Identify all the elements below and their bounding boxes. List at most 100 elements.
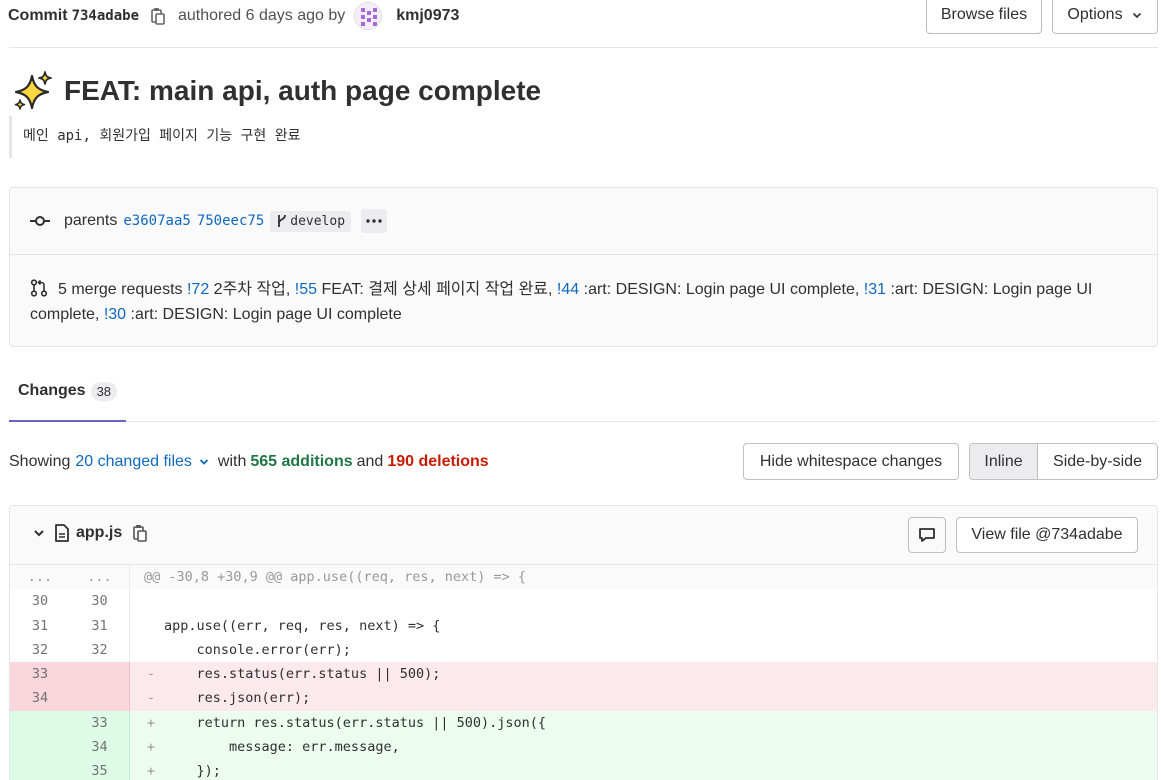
new-line-number[interactable] (70, 686, 130, 711)
line-code: + return res.status(err.status || 500).j… (146, 714, 547, 731)
copy-sha-icon[interactable] (150, 7, 166, 25)
hide-whitespace-button[interactable]: Hide whitespace changes (743, 443, 959, 480)
new-line-number[interactable]: ... (70, 565, 130, 590)
commit-sha: 734adabe (71, 8, 139, 24)
new-line-number[interactable]: 34 (70, 735, 130, 760)
view-toggle-group: Inline Side-by-side (969, 443, 1158, 480)
new-line-number[interactable]: 35 (70, 759, 130, 780)
diff-line-added: 34 + message: err.message, (10, 735, 1157, 760)
copy-path-icon[interactable] (132, 524, 148, 542)
mr-link-55[interactable]: !55 (295, 281, 317, 298)
comment-toggle-button[interactable] (908, 517, 946, 553)
mr-title-30: :art: DESIGN: Login page UI complete (130, 306, 402, 323)
new-line-number[interactable]: 31 (70, 613, 130, 638)
mr-link-72[interactable]: !72 (187, 281, 209, 298)
branch-icon (278, 214, 287, 227)
inline-view-button[interactable]: Inline (970, 444, 1038, 479)
mr-title-55: FEAT: 결제 상세 페이지 작업 완료, (321, 281, 553, 298)
showing-label: Showing (9, 453, 71, 470)
sparkles-icon (14, 71, 52, 110)
parents-row: parents e3607aa5 750eec75 develop (30, 208, 388, 234)
mr-title-72: 2주차 작업, (213, 281, 291, 298)
mr-link-31[interactable]: !31 (864, 281, 886, 298)
mr-link-30[interactable]: !30 (104, 306, 126, 323)
merge-request-icon (30, 279, 48, 297)
side-by-side-view-button[interactable]: Side-by-side (1038, 444, 1157, 479)
commit-description: 메인 api, 회원가입 페이지 기능 구현 완료 (9, 116, 301, 158)
additions-count: 565 additions (250, 453, 353, 470)
parent-sha-2[interactable]: 750eec75 (197, 213, 264, 229)
options-button[interactable]: Options (1052, 0, 1158, 34)
merge-requests-list: 5 merge requests !72 2주차 작업, !55 FEAT: 결… (30, 277, 1145, 327)
tab-changes[interactable]: Changes 38 (9, 368, 126, 422)
line-code: + }); (146, 763, 221, 780)
new-line-number[interactable]: 33 (70, 710, 130, 736)
old-line-number[interactable] (10, 759, 70, 780)
authored-text: authored 6 days ago by (178, 7, 346, 24)
commit-title: FEAT: main api, auth page complete (64, 75, 542, 106)
diff-line-removed: 33 - res.status(err.status || 500); (10, 662, 1157, 687)
commit-title-row: FEAT: main api, auth page complete (12, 70, 541, 112)
branch-badge[interactable]: develop (270, 210, 352, 232)
tab-changes-label: Changes (18, 382, 86, 399)
old-line-number[interactable]: 33 (10, 662, 70, 687)
merge-requests-label: 5 merge requests (58, 281, 183, 298)
old-line-number[interactable]: 31 (10, 614, 70, 638)
author-avatar[interactable] (354, 2, 383, 30)
hunk-header: @@ -30,8 +30,9 @@ app.use((req, res, nex… (144, 569, 527, 585)
chevron-down-icon[interactable] (198, 456, 210, 468)
ellipsis-icon (366, 219, 382, 223)
file-diff: app.js View file @734adabe ... ... @@ -3… (9, 505, 1158, 780)
file-header: app.js View file @734adabe (10, 506, 1157, 565)
parent-sha-1[interactable]: e3607aa5 (123, 213, 190, 229)
view-file-button[interactable]: View file @734adabe (956, 517, 1138, 553)
diff-line-added: 35 + }); (10, 759, 1157, 780)
diff-lines: ... ... @@ -30,8 +30,9 @@ app.use((req, … (10, 565, 1157, 780)
commit-meta: Commit 734adabe authored 6 days ago by k… (8, 2, 459, 30)
old-line-number[interactable]: 32 (10, 638, 70, 662)
mr-link-44[interactable]: !44 (557, 281, 579, 298)
line-code: app.use((err, req, res, next) => { (164, 617, 441, 634)
info-divider (10, 254, 1157, 255)
diff-line: 30 30 (10, 589, 1157, 614)
old-line-number[interactable] (10, 710, 70, 736)
old-line-number[interactable]: ... (10, 565, 70, 589)
new-line-number[interactable]: 30 (70, 589, 130, 614)
commit-header: Commit 734adabe authored 6 days ago by k… (8, 0, 1158, 48)
diff-line: 31 31 app.use((err, req, res, next) => { (10, 613, 1157, 638)
diff-line-removed: 34 - res.json(err); (10, 686, 1157, 711)
chevron-down-icon (1132, 12, 1141, 19)
chevron-down-icon[interactable] (32, 526, 46, 540)
line-code: console.error(err); (164, 641, 351, 658)
file-name[interactable]: app.js (76, 524, 122, 542)
old-line-number[interactable]: 34 (10, 686, 70, 711)
commit-label: Commit (8, 7, 68, 24)
with-label: with (217, 453, 247, 470)
old-line-number[interactable] (10, 735, 70, 760)
file-title: app.js (32, 524, 148, 542)
changed-files-dropdown[interactable]: 20 changed files (75, 453, 192, 471)
tabs-bar: Changes 38 (9, 368, 1158, 422)
options-label: Options (1067, 6, 1123, 23)
diff-line-added: 33 + return res.status(err.status || 500… (10, 710, 1157, 736)
author-link[interactable]: kmj0973 (396, 7, 459, 25)
new-line-number[interactable]: 32 (70, 637, 130, 663)
parents-label: parents (64, 212, 118, 229)
line-code: + message: err.message, (146, 739, 400, 756)
more-refs-button[interactable] (361, 209, 388, 233)
deletions-count: 190 deletions (387, 453, 489, 470)
commit-info-box: parents e3607aa5 750eec75 develop 5 merg… (9, 187, 1158, 347)
file-icon (55, 524, 69, 542)
branch-name: develop (290, 213, 346, 229)
line-code: - res.json(err); (146, 690, 311, 707)
old-line-number[interactable]: 30 (10, 589, 70, 613)
and-label: and (356, 453, 384, 470)
diff-line: 32 32 console.error(err); (10, 637, 1157, 663)
commit-icon (30, 216, 50, 226)
browse-files-button[interactable]: Browse files (926, 0, 1042, 34)
comment-icon (919, 528, 935, 542)
tab-changes-count: 38 (90, 381, 118, 401)
new-line-number[interactable] (70, 662, 130, 687)
diff-summary: Showing 20 changed files with 565 additi… (9, 453, 489, 471)
